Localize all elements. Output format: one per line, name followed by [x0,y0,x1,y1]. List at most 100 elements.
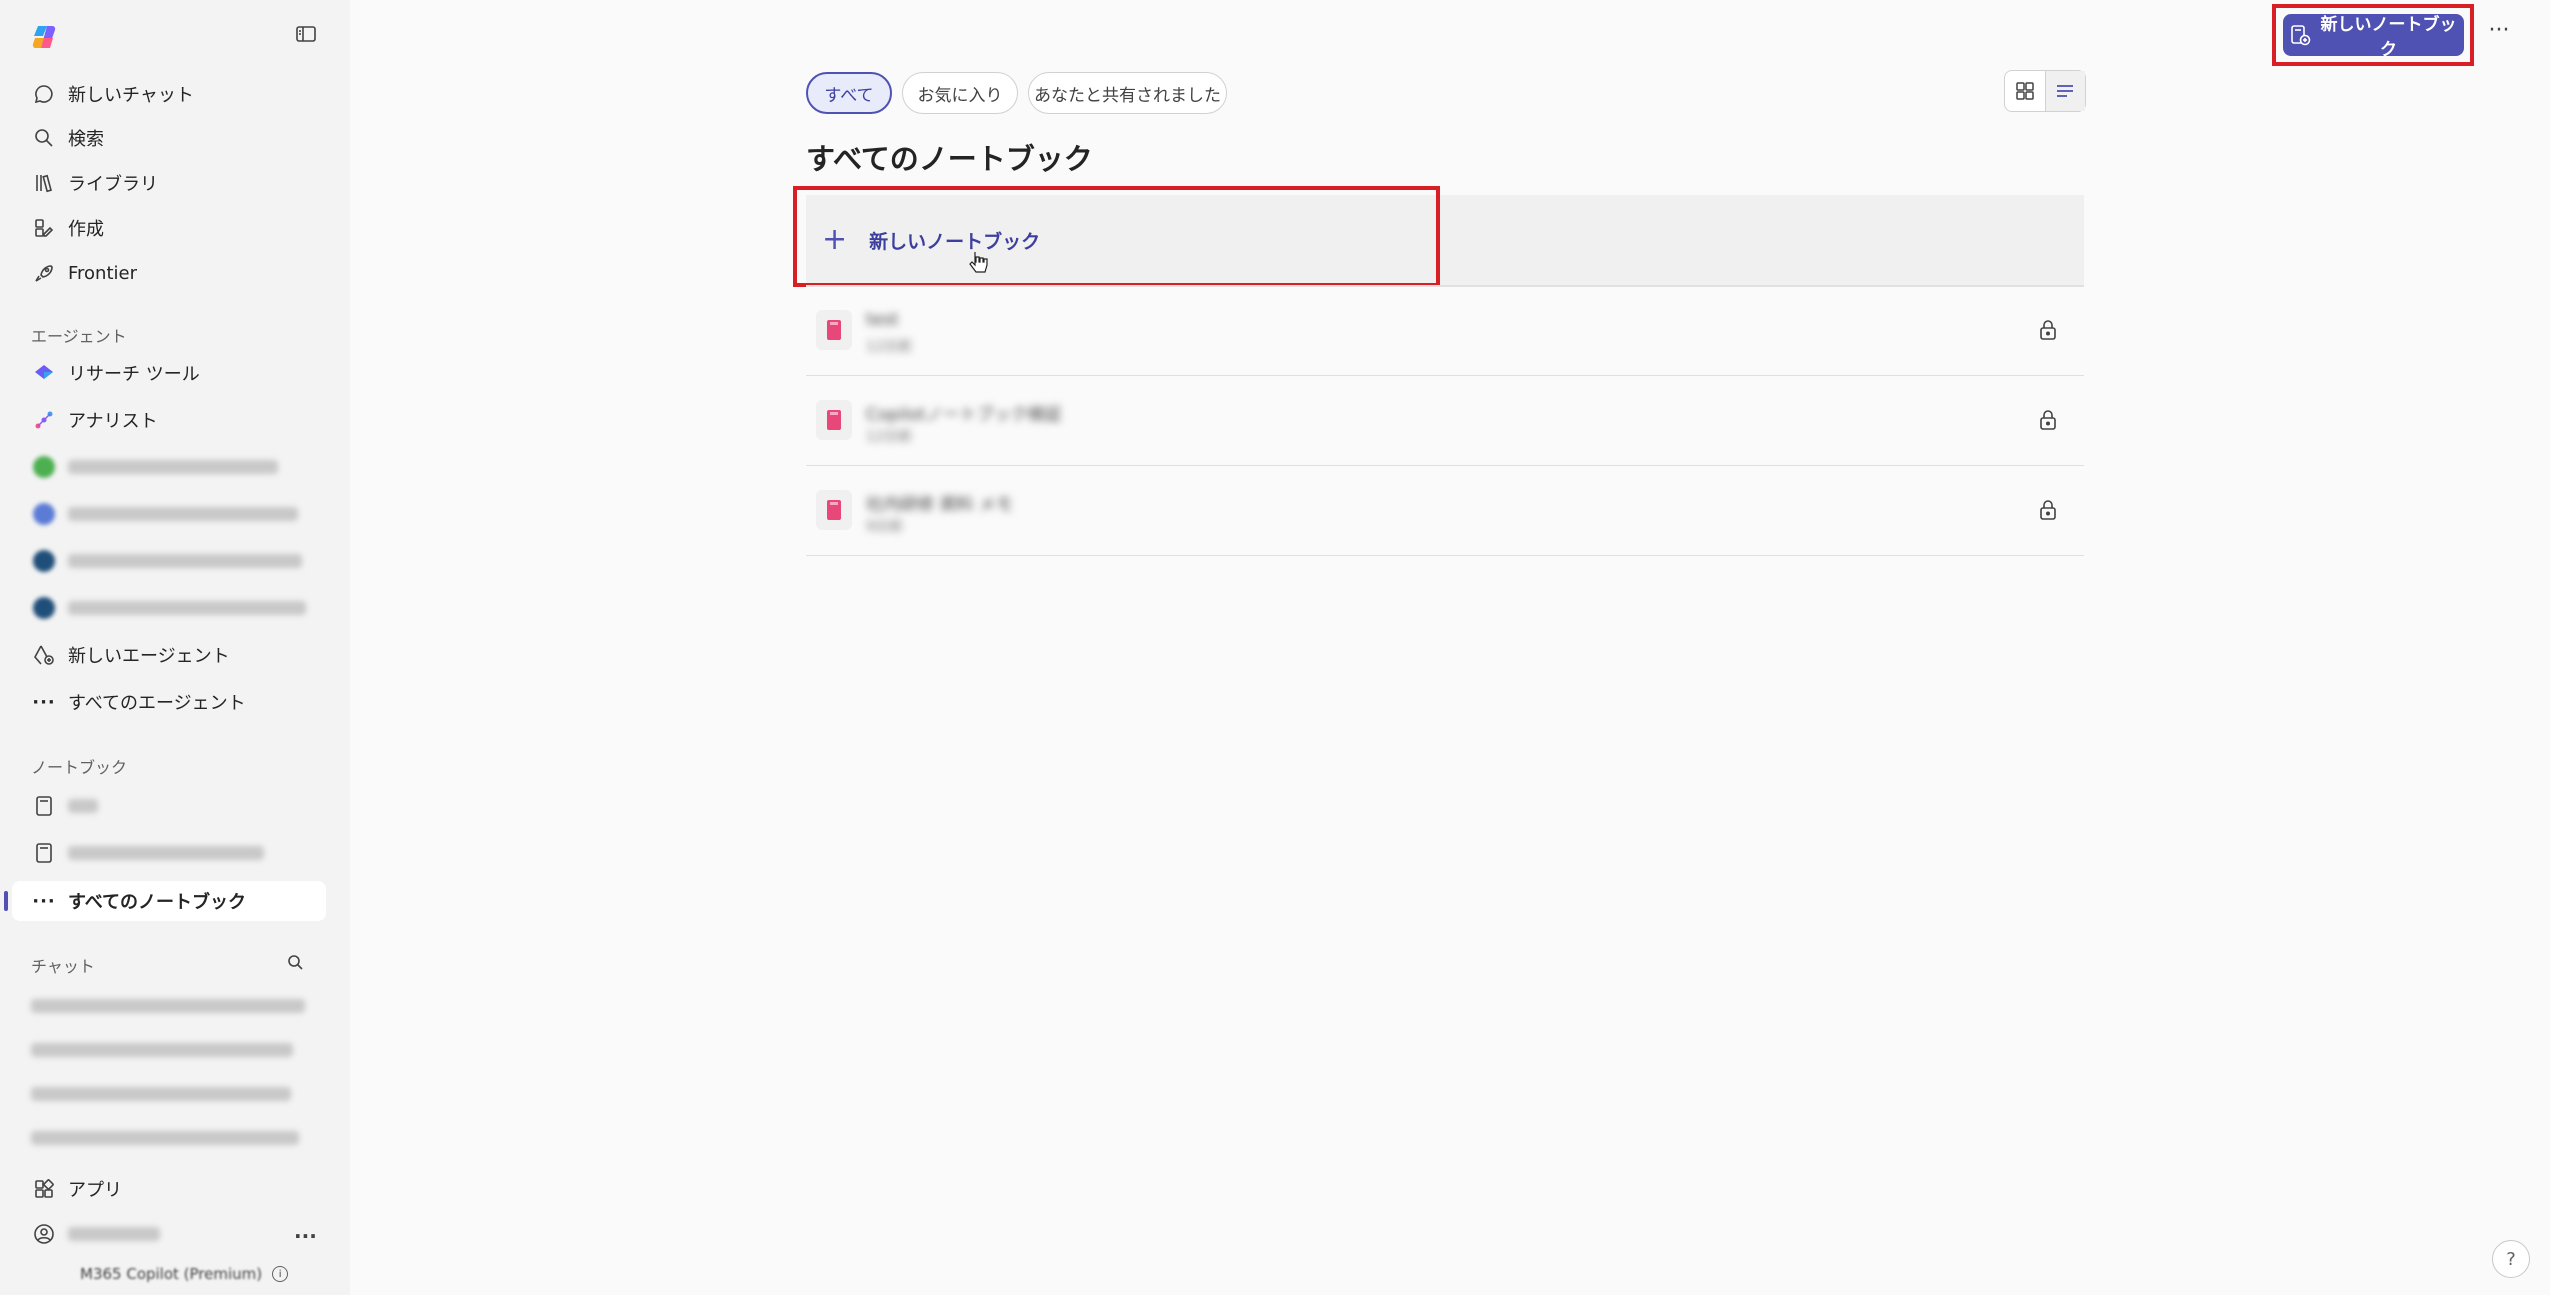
agent-item-blurred[interactable] [12,494,326,534]
notebook-icon [816,490,852,530]
nav-label: 新しいチャット [68,85,194,106]
agent-avatar-icon [32,596,56,620]
nav-label: リサーチ ツール [68,364,200,385]
page-title: すべてのノートブック [806,142,1093,176]
nav-search[interactable]: 検索 [12,118,326,158]
lock-icon[interactable] [2036,318,2060,346]
sidebar-notebook-item[interactable] [12,786,326,826]
chat-section-label: チャット [31,957,95,976]
nav-label: アプリ [68,1180,122,1201]
chat-history-item[interactable] [31,1086,291,1105]
lock-icon[interactable] [2036,408,2060,436]
user-profile[interactable] [12,1214,326,1254]
nav-frontier[interactable]: Frontier [12,253,326,293]
active-indicator [4,891,8,911]
create-icon [32,216,56,240]
agent-research[interactable]: リサーチ ツール [12,353,326,393]
agent-item-blurred[interactable] [12,588,326,628]
nav-label: ライブラリ [68,174,158,195]
chat-history-item[interactable] [31,1042,293,1061]
nav-library[interactable]: ライブラリ [12,163,326,203]
tab-favorites[interactable]: お気に入り [902,72,1018,114]
agent-analyst[interactable]: アナリスト [12,400,326,440]
nav-all-notebooks[interactable]: ··· すべてのノートブック [12,881,326,921]
more-options-icon[interactable]: ··· [2484,20,2514,50]
notebook-name: test [866,310,899,330]
nav-new-chat[interactable]: 新しいチャット [12,74,326,114]
nav-all-agents[interactable]: ··· すべてのエージェント [12,682,326,722]
user-icon [32,1222,56,1246]
chat-search-icon[interactable] [286,953,306,977]
notebook-name: Copilotノートブック検証 [866,405,1062,425]
blurred-text [68,1227,160,1241]
tab-label: あなたと共有されました [1034,85,1221,106]
agent-avatar-icon [32,455,56,479]
new-notebook-button[interactable]: 新しいノートブック [2283,14,2464,60]
new-agent-icon [32,643,56,667]
info-icon[interactable]: i [272,1266,289,1282]
library-icon [32,171,56,195]
new-notebook-button-label: 新しいノートブック [2320,15,2457,60]
chat-history-item[interactable] [31,998,305,1017]
new-notebook-icon [2289,24,2311,46]
copilot-logo-icon[interactable] [30,22,60,52]
research-icon [32,361,56,385]
search-icon [32,126,56,150]
notebook-icon [816,400,852,440]
agents-section-label: エージェント [31,327,127,346]
sidebar: 新しいチャット 検索 ライブラリ 作成 Frontier エージェント リサーチ… [0,0,350,1295]
highlight-box-new-row [793,186,1440,287]
license-text: M365 Copilot (Premium) [80,1265,263,1283]
license-label: M365 Copilot (Premium) i [80,1265,289,1283]
sidebar-notebook-item[interactable] [12,833,326,873]
agent-item-blurred[interactable] [12,447,326,487]
notebook-row[interactable]: Copilotノートブック検証 12日前 [806,376,2084,466]
nav-label: アナリスト [68,411,158,432]
blurred-text [68,846,264,860]
notebook-icon [32,841,56,865]
analyst-icon [32,408,56,432]
nav-label: 検索 [68,129,104,150]
view-toggle [2004,70,2086,112]
notebooks-section-label: ノートブック [31,758,128,777]
nav-create[interactable]: 作成 [12,208,326,248]
notebook-date: 12日前 [866,339,912,355]
nav-apps[interactable]: アプリ [12,1169,326,1209]
notebook-row[interactable]: test 12日前 [806,286,2084,376]
agent-avatar-icon [32,549,56,573]
apps-icon [32,1177,56,1201]
tab-label: すべて [824,85,874,106]
user-more-icon[interactable]: ··· [294,1224,317,1248]
blurred-text [68,460,278,474]
agent-item-blurred[interactable] [12,541,326,581]
grid-view-icon[interactable] [2005,71,2045,111]
chat-icon [32,82,56,106]
blurred-text [68,799,98,813]
notebook-icon [816,310,852,350]
sidebar-toggle-icon[interactable] [294,22,318,46]
nav-new-agent[interactable]: 新しいエージェント [12,635,326,675]
blurred-text [68,554,302,568]
notebook-name: 社内研修 資料 メモ [866,495,1013,515]
more-icon: ··· [32,691,56,713]
nav-label: Frontier [68,262,138,284]
nav-label: 作成 [68,219,104,240]
tab-label: お気に入り [917,85,1003,106]
help-icon[interactable]: ? [2492,1240,2530,1278]
chat-history-item[interactable] [31,1130,299,1149]
notebook-icon [32,794,56,818]
list-view-icon[interactable] [2044,71,2085,111]
blurred-text [68,507,298,521]
lock-icon[interactable] [2036,498,2060,526]
agent-avatar-icon [32,502,56,526]
tab-shared[interactable]: あなたと共有されました [1028,72,1227,114]
rocket-icon [32,261,56,285]
tab-all[interactable]: すべて [806,72,892,114]
nav-label: すべてのエージェント [68,693,246,714]
notebook-row[interactable]: 社内研修 資料 メモ 9日前 [806,466,2084,556]
notebook-date: 9日前 [866,519,903,535]
more-icon: ··· [32,890,56,912]
blurred-text [68,601,306,615]
hand-cursor-icon [969,252,988,273]
nav-label: 新しいエージェント [68,646,230,667]
